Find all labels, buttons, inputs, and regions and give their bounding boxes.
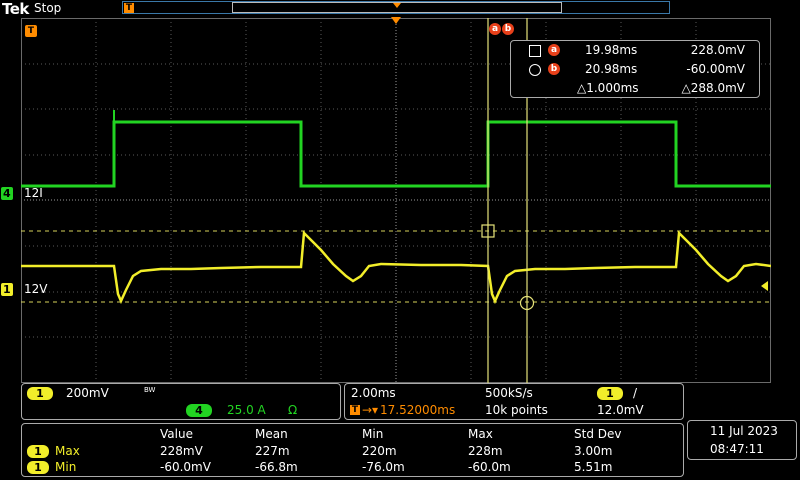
ch4-label: 12I [24, 186, 43, 200]
acquisition-status: Stop [34, 1, 62, 15]
ch1-marker-number: 1 [3, 283, 11, 296]
sample-rate: 500kS/s [485, 386, 533, 400]
cursor-b-circle-icon [529, 64, 541, 76]
row-value: 228mV [160, 444, 203, 458]
ch4-coupling-icon: Ω [288, 403, 298, 417]
row-std-dev: 5.51m [574, 460, 613, 474]
cursor-b-row: b 20.98ms -60.00mV [511, 62, 759, 78]
row-mean: 227m [255, 444, 290, 458]
trigger-level-marker-icon[interactable] [761, 281, 768, 291]
trigger-slope-icon: / [633, 386, 638, 400]
trigger-source-badge: 1 [597, 387, 623, 400]
date: 11 Jul 2023 [710, 424, 778, 438]
ch4-marker-number: 4 [3, 187, 11, 200]
cursor-a-row: a 19.98ms 228.0mV [511, 43, 759, 59]
time-per-division: 2.00ms [351, 386, 396, 400]
row-min: -76.0m [362, 460, 405, 474]
table-row[interactable]: 1 Max 228mV 227m 220m 228m 3.00m [22, 444, 683, 460]
row-min: 220m [362, 444, 397, 458]
trigger-position: 17.52000ms [380, 403, 456, 417]
record-position-marker-icon [393, 3, 401, 8]
time: 08:47:11 [710, 442, 764, 456]
header-max: Max [468, 427, 493, 441]
horizontal-trigger-panel[interactable]: 2.00ms 500kS/s 1 / T →▾ 17.52000ms 10k p… [344, 383, 684, 420]
cursor-delta-row: △1.000ms △288.0mV [511, 81, 759, 97]
row-measurement-name: Min [55, 460, 77, 474]
measurement-table[interactable]: Value Mean Min Max Std Dev 1 Max 228mV 2… [21, 423, 684, 477]
bandwidth-limit-indicator: BW [144, 386, 156, 394]
cursor-delta-time: △1.000ms [577, 81, 639, 95]
ch1-scale-badge: 1 [27, 387, 53, 400]
cursor-a-value: 228.0mV [690, 43, 745, 57]
ch1-scale: 200mV [66, 386, 109, 400]
cursor-readout-panel[interactable]: a 19.98ms 228.0mV b 20.98ms -60.00mV △1.… [510, 40, 760, 98]
trigger-time-marker-icon[interactable]: T [25, 25, 37, 37]
table-row[interactable]: 1 Min -60.0mV -66.8m -76.0m -60.0m 5.51m [22, 460, 683, 476]
header-min: Min [362, 427, 384, 441]
record-length: 10k points [485, 403, 548, 417]
record-trigger-marker-icon: T [124, 3, 134, 13]
ch1-ground-marker[interactable]: 1 [1, 283, 13, 296]
trigger-position-icon: T [350, 405, 360, 415]
cursor-a-badge[interactable]: a [489, 23, 501, 35]
cursor-a-time: 19.98ms [585, 43, 638, 57]
brand-logo: Tek [2, 0, 29, 18]
row-value: -60.0mV [160, 460, 211, 474]
cursor-b-time: 20.98ms [585, 62, 638, 76]
row-channel-badge: 1 [27, 445, 49, 458]
cursor-b-value: -60.00mV [686, 62, 745, 76]
cursor-delta-value: △288.0mV [681, 81, 745, 95]
vertical-settings-panel[interactable]: 1 200mV BW 4 25.0 A Ω [21, 383, 341, 420]
row-std-dev: 3.00m [574, 444, 613, 458]
row-mean: -66.8m [255, 460, 298, 474]
cursor-a-label: a [548, 44, 560, 56]
header-value: Value [160, 427, 193, 441]
trigger-position-marker-icon[interactable] [391, 17, 401, 24]
ch4-ground-marker[interactable]: 4 [1, 187, 13, 200]
ch4-scale: 25.0 A [227, 403, 266, 417]
cursor-b-badge[interactable]: b [502, 23, 514, 35]
row-measurement-name: Max [55, 444, 80, 458]
row-max: 228m [468, 444, 503, 458]
ch1-label: 12V [24, 282, 48, 296]
trigger-position-arrow-icon: →▾ [362, 403, 379, 417]
row-channel-badge: 1 [27, 461, 49, 474]
row-max: -60.0m [468, 460, 511, 474]
cursor-a-square-icon [529, 45, 541, 57]
trigger-level: 12.0mV [597, 403, 644, 417]
cursor-b-label: b [548, 63, 560, 75]
header-mean: Mean [255, 427, 288, 441]
header-std-dev: Std Dev [574, 427, 622, 441]
datetime-panel[interactable]: 11 Jul 2023 08:47:11 [687, 420, 797, 460]
ch4-scale-badge: 4 [186, 404, 212, 417]
